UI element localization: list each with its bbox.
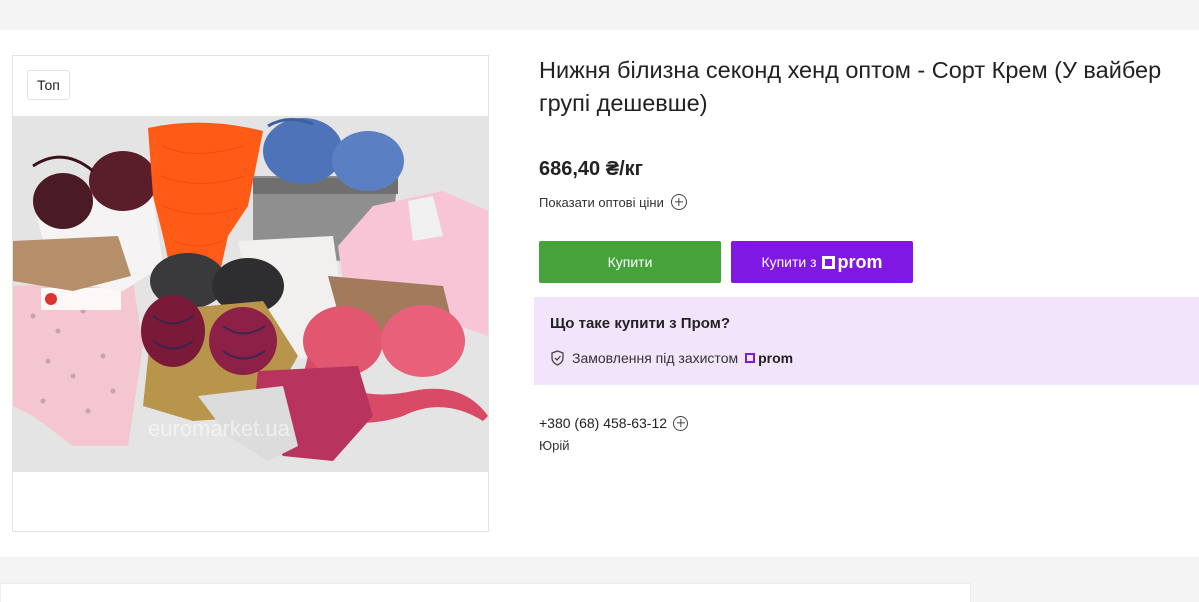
prom-logo-small: prom	[745, 350, 793, 366]
wholesale-prices-toggle[interactable]: Показати оптові ціни	[539, 194, 687, 210]
plus-circle-icon[interactable]	[670, 194, 687, 210]
product-title: Нижня білизна секонд хенд оптом - Сорт К…	[539, 57, 1162, 116]
prom-square-icon	[821, 255, 835, 269]
protection-row: Замовлення під захистом prom	[550, 350, 793, 366]
prom-logo: prom	[821, 251, 883, 273]
protection-label: Замовлення під захистом	[572, 350, 739, 366]
shield-icon	[551, 350, 564, 366]
product-price: 686,40 ₴/кг	[539, 158, 643, 180]
prom-square-icon	[745, 353, 756, 363]
phone-number[interactable]: +380 (68) 458-63-12	[539, 415, 667, 431]
prom-info-box: Що таке купити з Пром? Замовлення під за…	[534, 297, 1199, 385]
prom-brand-text: prom	[758, 350, 794, 366]
buy-with-prom-label: Купити з	[761, 254, 817, 270]
prom-brand-text: prom	[837, 251, 883, 272]
plus-circle-icon[interactable]	[673, 415, 689, 431]
product-panel: Топ euromarket.ua Нижня білизна секонд х…	[0, 30, 1199, 557]
top-badge: Топ	[27, 70, 70, 100]
top-bar	[0, 0, 1199, 30]
buy-with-prom-button[interactable]: Купити з prom	[731, 241, 913, 283]
buy-button[interactable]: Купити	[539, 241, 721, 283]
seller-phone[interactable]: +380 (68) 458-63-12	[539, 415, 689, 431]
wholesale-prices-label: Показати оптові ціни	[539, 194, 664, 210]
prom-info-title[interactable]: Що таке купити з Пром?	[550, 315, 730, 332]
product-photo[interactable]: euromarket.ua	[13, 116, 488, 472]
photo-watermark: euromarket.ua	[148, 416, 291, 441]
seller-name: Юрій	[539, 438, 570, 453]
product-gallery[interactable]: Топ euromarket.ua	[12, 55, 489, 532]
next-section-card	[0, 583, 971, 602]
